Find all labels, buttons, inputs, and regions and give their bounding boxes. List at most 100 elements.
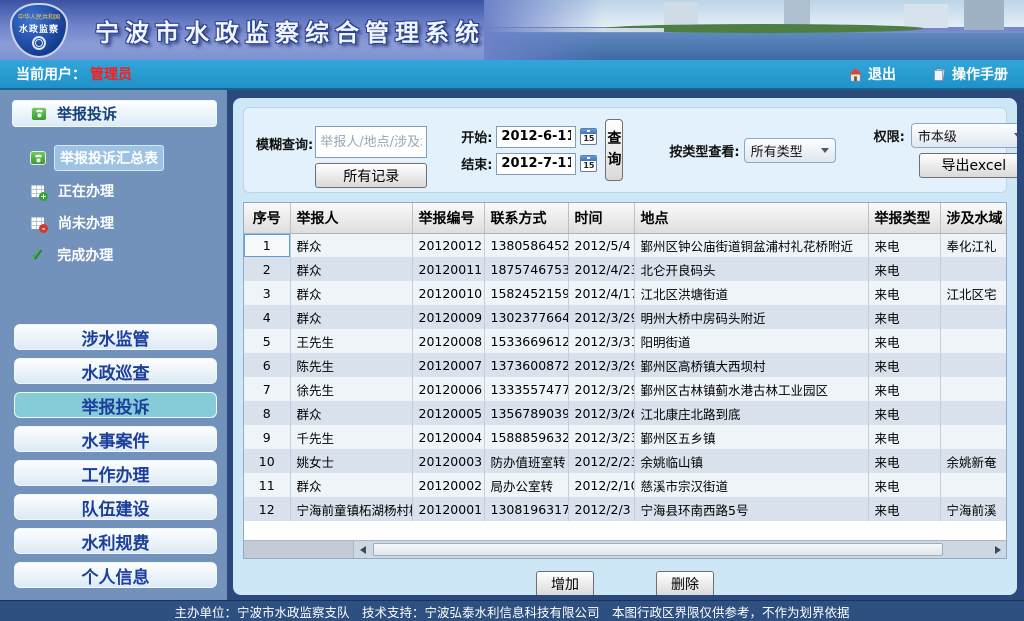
table-cell[interactable] xyxy=(940,353,1006,377)
table-cell[interactable]: 20120003 xyxy=(412,449,484,473)
table-cell[interactable]: 2012/3/29 xyxy=(568,353,634,377)
table-cell[interactable]: 防办值班室转 xyxy=(484,449,568,473)
table-cell[interactable]: 15336696121 xyxy=(484,329,568,353)
table-cell[interactable]: 13081963176 xyxy=(484,497,568,521)
table-cell[interactable]: 江北区宅 xyxy=(940,281,1006,305)
sidebar-item-complaint-summary[interactable]: 举报投诉汇总表 xyxy=(30,145,227,171)
table-cell[interactable]: 群众 xyxy=(290,233,412,257)
sidebar-nav-water-cases[interactable]: 水事案件 xyxy=(14,426,217,452)
table-cell[interactable]: 来电 xyxy=(868,329,940,353)
table-row[interactable]: 9千先生20120004158885963252012/3/23鄞州区五乡镇来电 xyxy=(244,425,1006,449)
end-date-input[interactable] xyxy=(496,153,576,175)
table-cell[interactable]: 鄞州区五乡镇 xyxy=(634,425,868,449)
sidebar-nav-team-building[interactable]: 队伍建设 xyxy=(14,494,217,520)
manual-button[interactable]: 操作手册 xyxy=(932,64,1008,84)
scroll-right-button[interactable] xyxy=(989,542,1006,558)
table-cell[interactable]: 20120004 xyxy=(412,425,484,449)
logout-button[interactable]: 退出 xyxy=(848,64,896,84)
table-cell[interactable]: 来电 xyxy=(868,377,940,401)
table-cell[interactable]: 12 xyxy=(244,497,290,521)
table-cell[interactable]: 王先生 xyxy=(290,329,412,353)
sidebar-nav-personal-info[interactable]: 个人信息 xyxy=(14,562,217,588)
permission-select[interactable]: 市本级 xyxy=(911,123,1017,148)
table-cell[interactable]: 20120002 xyxy=(412,473,484,497)
sidebar-item-in-progress[interactable]: + 正在办理 xyxy=(30,179,227,203)
all-records-button[interactable]: 所有记录 xyxy=(315,163,427,188)
calendar-icon[interactable]: 15 xyxy=(580,155,597,172)
table-cell[interactable]: 宁海前童镇柘湖杨村杨伟林 xyxy=(290,497,412,521)
table-cell[interactable]: 鄞州区高桥镇大西坝村 xyxy=(634,353,868,377)
type-select[interactable]: 所有类型 xyxy=(744,138,836,163)
add-button[interactable]: 增加 xyxy=(536,571,594,595)
horizontal-scrollbar[interactable] xyxy=(244,540,1006,558)
table-cell[interactable]: 3 xyxy=(244,281,290,305)
table-row[interactable]: 12宁海前童镇柘湖杨村杨伟林20120001130819631762012/2/… xyxy=(244,497,1006,521)
table-cell[interactable]: 阳明街道 xyxy=(634,329,868,353)
export-excel-button[interactable]: 导出excel xyxy=(919,153,1017,178)
table-cell[interactable]: 局办公室转 xyxy=(484,473,568,497)
table-cell[interactable]: 来电 xyxy=(868,353,940,377)
table-cell[interactable]: 8 xyxy=(244,401,290,425)
table-cell[interactable]: 15888596325 xyxy=(484,425,568,449)
table-cell[interactable]: 来电 xyxy=(868,497,940,521)
table-row[interactable]: 10姚女士20120003防办值班室转2012/2/23余姚临山镇来电余姚新奄 xyxy=(244,449,1006,473)
table-cell[interactable]: 13805864528 xyxy=(484,233,568,257)
table-cell[interactable]: 陈先生 xyxy=(290,353,412,377)
sidebar-nav-water-patrol[interactable]: 水政巡查 xyxy=(14,358,217,384)
table-cell[interactable]: 10 xyxy=(244,449,290,473)
table-cell[interactable]: 13736008729 xyxy=(484,353,568,377)
table-cell[interactable]: 2012/5/4 xyxy=(568,233,634,257)
table-cell[interactable]: 宁海县环南西路5号 xyxy=(634,497,868,521)
table-cell[interactable]: 13335574778 xyxy=(484,377,568,401)
table-row[interactable]: 2群众20120011187574675372012/4/23北仑开良码头来电 xyxy=(244,257,1006,281)
table-cell[interactable]: 20120011 xyxy=(412,257,484,281)
table-cell[interactable]: 20120009 xyxy=(412,305,484,329)
table-cell[interactable]: 2012/2/23 xyxy=(568,449,634,473)
table-cell[interactable]: 来电 xyxy=(868,425,940,449)
sidebar-nav-water-supervision[interactable]: 涉水监管 xyxy=(14,324,217,350)
table-cell[interactable]: 4 xyxy=(244,305,290,329)
table-cell[interactable]: 7 xyxy=(244,377,290,401)
table-cell[interactable]: 2012/3/23 xyxy=(568,425,634,449)
table-cell[interactable] xyxy=(940,377,1006,401)
table-cell[interactable]: 1 xyxy=(244,233,290,257)
table-cell[interactable]: 11 xyxy=(244,473,290,497)
sidebar-item-not-processed[interactable]: - 尚未办理 xyxy=(30,211,227,235)
sidebar-nav-water-fees[interactable]: 水利规费 xyxy=(14,528,217,554)
table-row[interactable]: 1群众20120012138058645282012/5/4鄞州区钟公庙街道铜盆… xyxy=(244,233,1006,257)
sidebar-section-complaints[interactable]: 举报投诉 xyxy=(12,100,217,127)
scrollbar-thumb[interactable] xyxy=(373,543,943,556)
query-button[interactable]: 查询 xyxy=(605,119,623,181)
table-cell[interactable]: 慈溪市宗汉街道 xyxy=(634,473,868,497)
table-cell[interactable]: 鄞州区钟公庙街道铜盆浦村礼花桥附近 xyxy=(634,233,868,257)
table-cell[interactable]: 2012/3/26 xyxy=(568,401,634,425)
table-cell[interactable] xyxy=(940,425,1006,449)
start-date-input[interactable] xyxy=(496,126,576,148)
table-cell[interactable]: 2012/4/23 xyxy=(568,257,634,281)
table-cell[interactable]: 15824521597 xyxy=(484,281,568,305)
table-cell[interactable]: 宁海前溪 xyxy=(940,497,1006,521)
table-cell[interactable] xyxy=(940,401,1006,425)
table-cell[interactable]: 江北区洪塘街道 xyxy=(634,281,868,305)
table-cell[interactable]: 余姚临山镇 xyxy=(634,449,868,473)
table-cell[interactable] xyxy=(940,257,1006,281)
table-cell[interactable]: 2012/3/29 xyxy=(568,305,634,329)
table-cell[interactable]: 2 xyxy=(244,257,290,281)
table-cell[interactable] xyxy=(940,329,1006,353)
table-cell[interactable]: 20120008 xyxy=(412,329,484,353)
table-cell[interactable]: 群众 xyxy=(290,401,412,425)
table-row[interactable]: 6陈先生20120007137360087292012/3/29鄞州区高桥镇大西… xyxy=(244,353,1006,377)
table-cell[interactable]: 2012/2/3 xyxy=(568,497,634,521)
table-cell[interactable]: 20120012 xyxy=(412,233,484,257)
table-cell[interactable]: 20120010 xyxy=(412,281,484,305)
table-row[interactable]: 11群众20120002局办公室转2012/2/10慈溪市宗汉街道来电 xyxy=(244,473,1006,497)
table-cell[interactable]: 群众 xyxy=(290,257,412,281)
table-cell[interactable]: 明州大桥中房码头附近 xyxy=(634,305,868,329)
table-cell[interactable]: 群众 xyxy=(290,473,412,497)
table-cell[interactable]: 奉化江礼 xyxy=(940,233,1006,257)
table-cell[interactable]: 20120005 xyxy=(412,401,484,425)
table-cell[interactable] xyxy=(940,305,1006,329)
table-cell[interactable]: 来电 xyxy=(868,473,940,497)
table-row[interactable]: 3群众20120010158245215972012/4/17江北区洪塘街道来电… xyxy=(244,281,1006,305)
table-row[interactable]: 7徐先生20120006133355747782012/3/29鄞州区古林镇蓟水… xyxy=(244,377,1006,401)
